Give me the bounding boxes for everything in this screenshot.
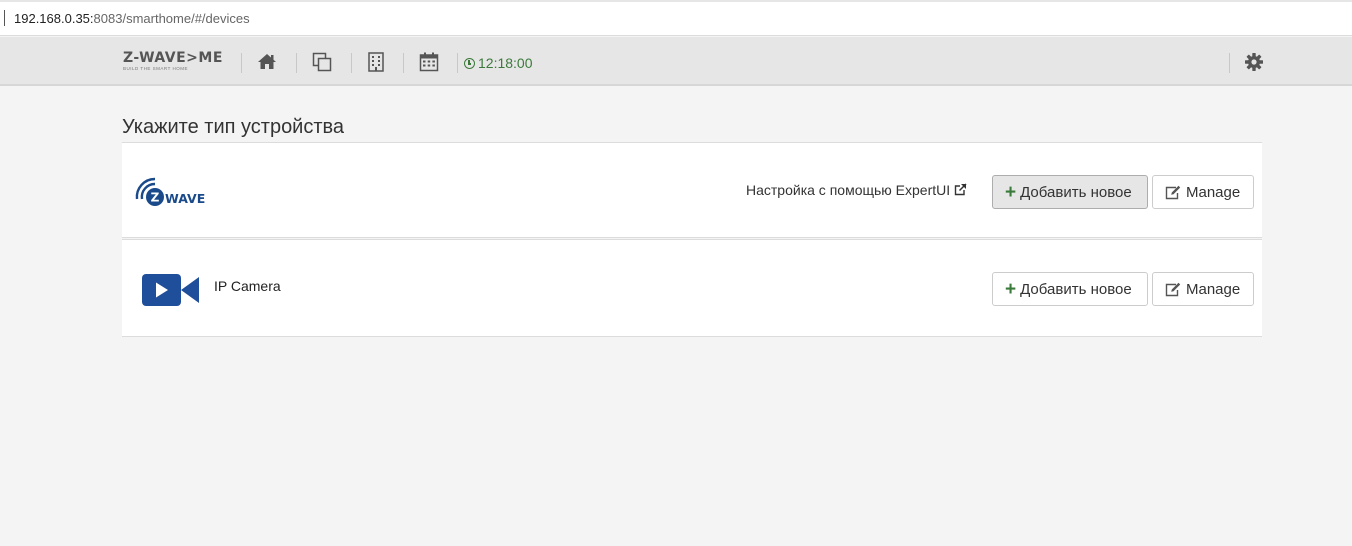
camera-manage-button[interactable]: Manage (1152, 272, 1254, 306)
nav-separator (1229, 53, 1230, 73)
clock-time: 12:18:00 (478, 55, 533, 71)
external-link-icon (954, 183, 967, 196)
browser-top-line (0, 0, 1352, 2)
expertui-link-label: Настройка с помощью ExpertUI (746, 182, 951, 198)
camera-add-button[interactable]: + Добавить новое (992, 272, 1148, 306)
camera-manage-label: Manage (1186, 280, 1241, 298)
browser-address-bar: 192.168.0.35:8083/smarthome/#/devices (0, 0, 1352, 36)
plus-icon: + (1005, 278, 1017, 300)
logo-brand: Z-WAVE>ME (123, 50, 223, 66)
text-caret (4, 10, 5, 26)
expertui-link[interactable]: Настройка с помощью ExpertUI (746, 182, 967, 198)
url-path: 8083/smarthome/#/devices (93, 11, 250, 26)
nav-separator (457, 53, 458, 73)
zwave-logo-text: WAVE (165, 191, 205, 206)
zwave-manage-button[interactable]: Manage (1152, 175, 1254, 209)
events-icon[interactable] (419, 52, 439, 72)
clock-icon (464, 58, 475, 69)
nav-separator (241, 53, 242, 73)
page-title: Укажите тип устройства (122, 116, 345, 138)
nav-separator (403, 53, 404, 73)
zwave-logo-letter: Z (151, 191, 160, 205)
logo-tagline: BUILD THE SMART HOME (123, 66, 189, 71)
edit-icon (1165, 282, 1181, 297)
nav-separator (296, 53, 297, 73)
zwave-add-button[interactable]: + Добавить новое (992, 175, 1148, 209)
zwave-device-panel: Z WAVE Настройка с помощью ExpertUI + До… (122, 142, 1262, 238)
camera-add-label: Добавить новое (1020, 280, 1132, 298)
camera-device-panel: IP Camera + Добавить новое Manage (122, 239, 1262, 337)
zwave-me-logo[interactable]: Z-WAVE>ME BUILD THE SMART HOME (123, 51, 223, 72)
zwave-add-label: Добавить новое (1020, 183, 1132, 201)
url-field[interactable]: 192.168.0.35:8083/smarthome/#/devices (14, 11, 250, 26)
gear-icon[interactable] (1244, 52, 1264, 72)
zwave-logo: Z WAVE (134, 173, 214, 209)
camera-type-label: IP Camera (214, 278, 281, 294)
nav-separator (351, 53, 352, 73)
url-host: 192.168.0.35: (14, 11, 94, 26)
clock-display: 12:18:00 (464, 55, 533, 71)
rooms-icon[interactable] (366, 52, 386, 72)
video-camera-icon (142, 274, 199, 306)
elements-icon[interactable] (312, 52, 332, 72)
plus-icon: + (1005, 181, 1017, 203)
zwave-manage-label: Manage (1186, 183, 1241, 201)
edit-icon (1165, 185, 1181, 200)
home-icon[interactable] (257, 52, 277, 72)
app-navbar: Z-WAVE>ME BUILD THE SMART HOME 12:18:00 (0, 37, 1352, 86)
